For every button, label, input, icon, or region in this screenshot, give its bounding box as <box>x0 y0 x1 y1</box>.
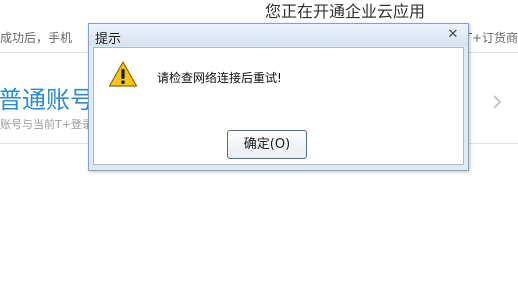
dialog-body: 请检查网络连接后重试! 确定(O) <box>93 47 464 165</box>
close-icon[interactable]: ✕ <box>444 26 462 44</box>
page-heading: 您正在开通企业云应用 <box>265 2 426 21</box>
chevron-right-icon[interactable] <box>492 94 502 110</box>
account-option-subtitle: 账号与当前T+登录 <box>0 118 93 131</box>
dialog-title: 提示 <box>95 32 122 47</box>
page: 您正在开通企业云应用 成功后，手机 T+订货商 普通账号登 账号与当前T+登录 … <box>0 0 518 292</box>
info-text-left: 成功后，手机 <box>0 31 73 45</box>
ok-button[interactable]: 确定(O) <box>227 130 307 159</box>
dialog-titlebar[interactable]: 提示 ✕ <box>89 24 468 47</box>
warning-icon <box>108 60 138 88</box>
dialog-message: 请检查网络连接后重试! <box>157 71 282 85</box>
alert-dialog: 提示 ✕ 请检查网络连接后重试! 确定(O) <box>88 23 469 171</box>
info-text-right: T+订货商 <box>464 31 518 45</box>
